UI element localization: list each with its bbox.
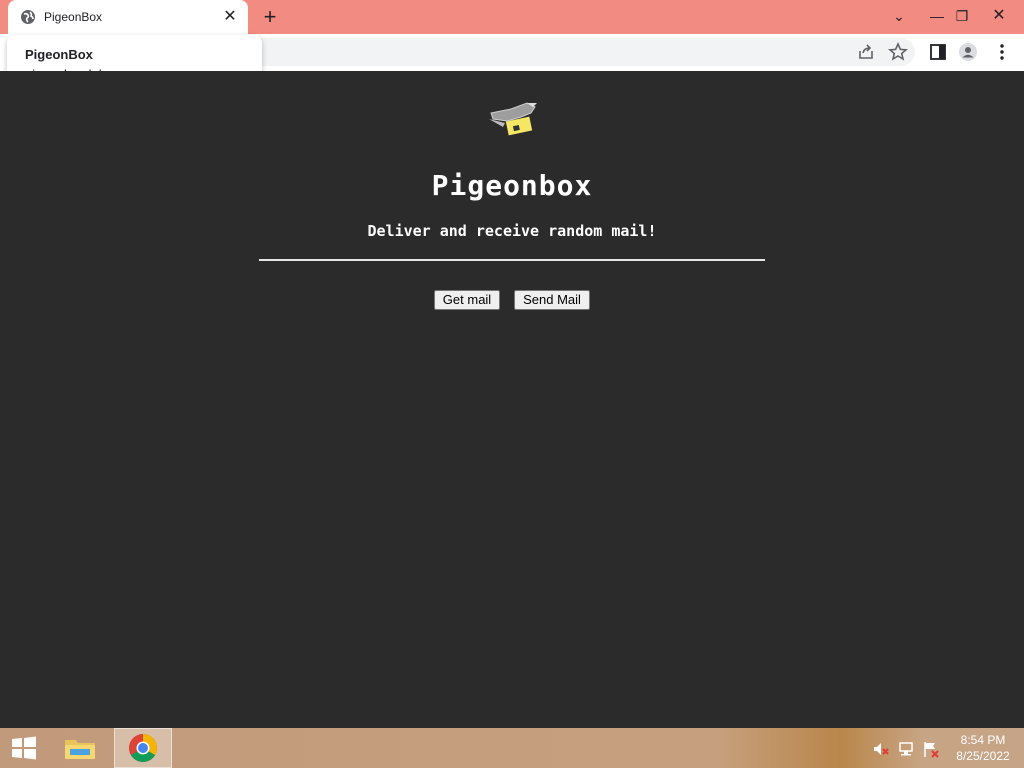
system-clock[interactable]: 8:54 PM 8/25/2022 [948, 732, 1018, 764]
clock-time: 8:54 PM [960, 733, 1006, 747]
page-tagline: Deliver and receive random mail! [367, 222, 657, 240]
horizontal-rule [259, 259, 765, 261]
chrome-icon [129, 734, 157, 762]
get-mail-button[interactable]: Get mail [434, 290, 500, 310]
restore-window-button[interactable]: ❐ [945, 0, 979, 34]
action-center-flag-icon[interactable] [922, 740, 940, 758]
volume-muted-icon[interactable] [872, 740, 890, 758]
hover-card-title: PigeonBox [25, 47, 93, 62]
chrome-taskbar-button[interactable] [114, 728, 172, 768]
tab-title: PigeonBox [44, 10, 103, 24]
page-title: Pigeonbox [431, 169, 593, 202]
clock-date: 8/25/2022 [956, 749, 1010, 763]
send-mail-button[interactable]: Send Mail [514, 290, 590, 310]
network-icon[interactable] [898, 740, 916, 758]
globe-icon [21, 10, 35, 24]
bookmark-star-icon[interactable] [888, 42, 908, 62]
windows-start-icon[interactable] [10, 736, 38, 760]
browser-tab-pigeonbox[interactable]: PigeonBox ✕ [8, 0, 248, 34]
page-content: Pigeonbox Deliver and receive random mai… [0, 71, 1024, 728]
tab-close-icon[interactable]: ✕ [220, 7, 240, 27]
close-window-button[interactable]: ✕ [982, 0, 1016, 34]
browser-titlebar: PigeonBox ✕ + ⌄ — ❐ ✕ [0, 0, 1024, 34]
pigeon-mail-icon [489, 102, 537, 136]
tab-search-chevron-icon[interactable]: ⌄ [882, 0, 916, 34]
side-panel-icon[interactable] [928, 42, 948, 62]
new-tab-button[interactable]: + [258, 5, 282, 29]
share-icon[interactable] [856, 42, 876, 62]
windows-taskbar: 8:54 PM 8/25/2022 [0, 728, 1024, 768]
profile-avatar-icon[interactable] [958, 42, 978, 62]
more-menu-icon[interactable] [992, 42, 1012, 62]
file-explorer-icon[interactable] [62, 734, 98, 762]
